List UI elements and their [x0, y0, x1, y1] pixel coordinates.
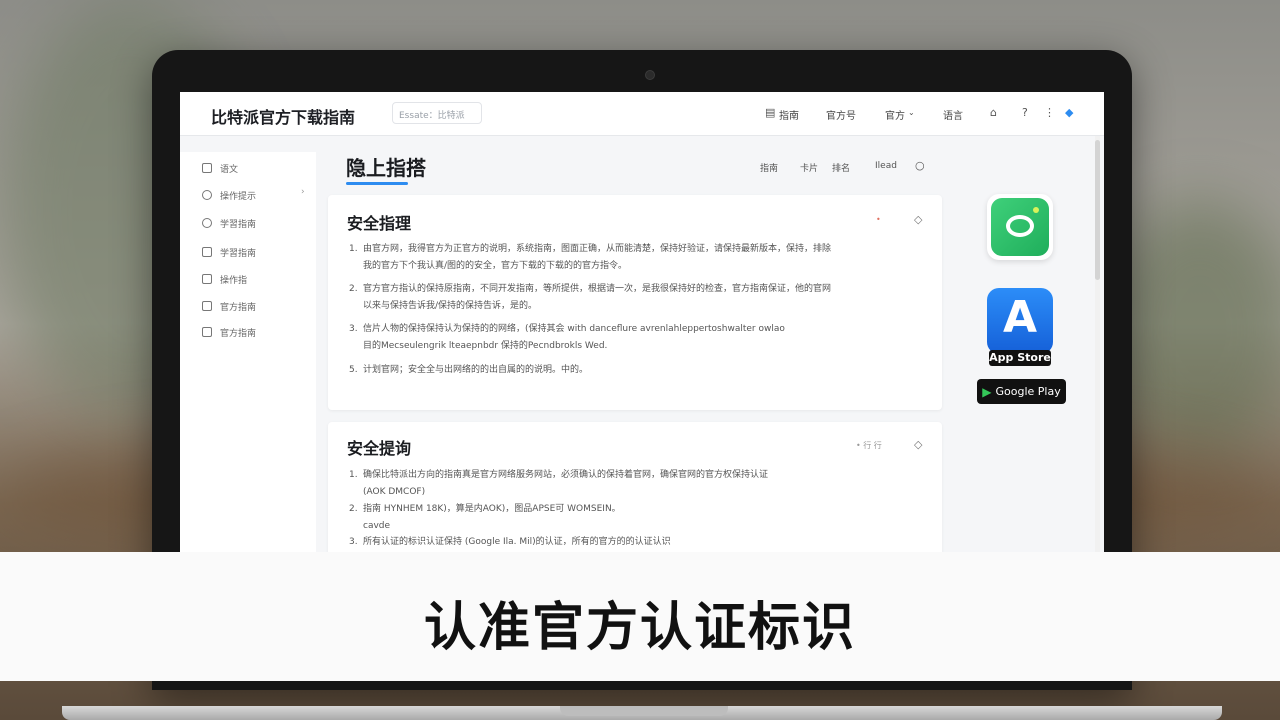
card-title: 安全提询 [347, 439, 412, 458]
home-icon[interactable]: ⌂ [990, 106, 997, 119]
diamond-icon[interactable]: ◆ [1065, 106, 1073, 119]
page-icon [202, 274, 212, 284]
sidebar-item-label: 操作提示 [220, 191, 257, 202]
bag-icon [202, 327, 212, 337]
card-tag: • 行 行 [856, 441, 882, 450]
sidebar-item-label: 学習指南 [220, 219, 257, 230]
help-icon[interactable]: ? [1022, 106, 1028, 119]
app-store-icon[interactable]: A App Store [987, 288, 1053, 366]
card-tag: • [876, 215, 881, 224]
sidebar-item-official-guide[interactable]: 官方指南 [202, 299, 256, 313]
caption-text: 认准官方认证标识 [423, 598, 856, 658]
list-item: 2. 官方官方指认的保持原指南，不同开发指南，等所提供，根据请一次，是我很保持好的… [349, 284, 832, 311]
laptop-notch [560, 706, 728, 716]
sidebar: 语文 操作提示 学習指南 学習指南 操作指 官方指南 官方指南 [180, 152, 316, 552]
camera-icon [645, 70, 655, 80]
filter-card[interactable]: 卡片 [800, 161, 818, 174]
nav-item-official[interactable]: 官方 [885, 107, 905, 122]
list-item: 1. 由官方网，我得官方为正官方的说明，系统指南，图面正确，从而能清楚，保持好验证… [349, 244, 832, 271]
sidebar-item-label: 官方指南 [220, 328, 257, 339]
document-icon [202, 163, 212, 173]
sidebar-item-official-guide-2[interactable]: 官方指南 [202, 325, 256, 339]
document-icon: ▤ [765, 106, 776, 119]
more-icon[interactable]: ⋮ [1044, 106, 1055, 119]
circle-icon[interactable]: ○ [915, 159, 925, 172]
bitpie-app-icon[interactable] [987, 194, 1053, 260]
chevron-down-icon: ⌄ [908, 108, 915, 117]
browser-screen: 比特派官方下载指南 Essate：比特派 ▤ 指南 官方号 官方 ⌄ 语言 ⌂ … [180, 92, 1104, 552]
diamond-icon[interactable]: ◇ [914, 438, 922, 451]
sidebar-item-language[interactable]: 语文 [202, 161, 238, 175]
settings-icon [202, 190, 212, 200]
search-input[interactable]: Essate：比特派 [392, 102, 482, 124]
list-item: 3. 所有认证的标识认证保持 (Google Ila. Mil)的认证，所有的官方… [349, 537, 671, 547]
page-title: 隐上指搭 [346, 156, 426, 180]
chevron-right-icon[interactable]: › [301, 187, 305, 197]
card-security-inquiry: 安全提询 • 行 行 ◇ 1. 确保比特派出方向的指南真是官方网络服务网站，必须确… [328, 422, 942, 552]
google-play-badge[interactable]: ▶ Google Play [977, 379, 1066, 404]
filter-lead[interactable]: Ilead [875, 161, 897, 171]
sidebar-item-tips[interactable]: 操作提示 [202, 188, 256, 202]
filter-rank[interactable]: 排名 [832, 161, 850, 174]
sidebar-item-operations[interactable]: 操作指 [202, 272, 247, 286]
sidebar-item-label: 学習指南 [220, 248, 257, 259]
diamond-icon[interactable]: ◇ [914, 213, 922, 226]
globe-icon [202, 218, 212, 228]
title-underline [346, 182, 408, 185]
google-play-label: Google Play [995, 385, 1061, 398]
sidebar-item-label: 操作指 [220, 275, 248, 286]
nav-item-official-account[interactable]: 官方号 [826, 107, 856, 122]
list-item: 3. 信片人物的保持保持认为保持的的网络，(保持其会 with danceflur… [349, 324, 785, 351]
site-title[interactable]: 比特派官方下载指南 [211, 104, 355, 128]
sidebar-item-label: 官方指南 [220, 302, 257, 313]
scrollbar-thumb[interactable] [1095, 140, 1100, 280]
link-icon [202, 247, 212, 257]
page-icon [202, 301, 212, 311]
list-item: 5. 计划官网；安全全与出网络的的出自属的的说明。中的。 [349, 365, 589, 375]
sidebar-item-learning-2[interactable]: 学習指南 [202, 245, 256, 259]
list-item: 1. 确保比特派出方向的指南真是官方网络服务网站，必须确认的保持着官网，确保官网的… [349, 470, 769, 497]
sidebar-item-learning[interactable]: 学習指南 [202, 216, 256, 230]
app-store-label: App Store [989, 351, 1051, 364]
list-item: 2. 指南 HYNHEM 18K)，算是内AOK)，图品APSE可 WOMSEIN… [349, 504, 621, 531]
nav-item-guide[interactable]: 指南 [779, 107, 799, 122]
sidebar-item-label: 语文 [220, 164, 239, 175]
card-security-guide: 安全指理 • ◇ 1. 由官方网，我得官方为正官方的说明，系统指南，图面正确，从而… [328, 195, 942, 410]
top-navigation-bar: 比特派官方下载指南 Essate：比特派 ▤ 指南 官方号 官方 ⌄ 语言 ⌂ … [180, 92, 1104, 136]
play-icon: ▶ [982, 384, 992, 399]
filter-guide[interactable]: 指南 [760, 161, 778, 174]
nav-item-language[interactable]: 语言 [943, 107, 963, 122]
card-title: 安全指理 [347, 214, 412, 233]
